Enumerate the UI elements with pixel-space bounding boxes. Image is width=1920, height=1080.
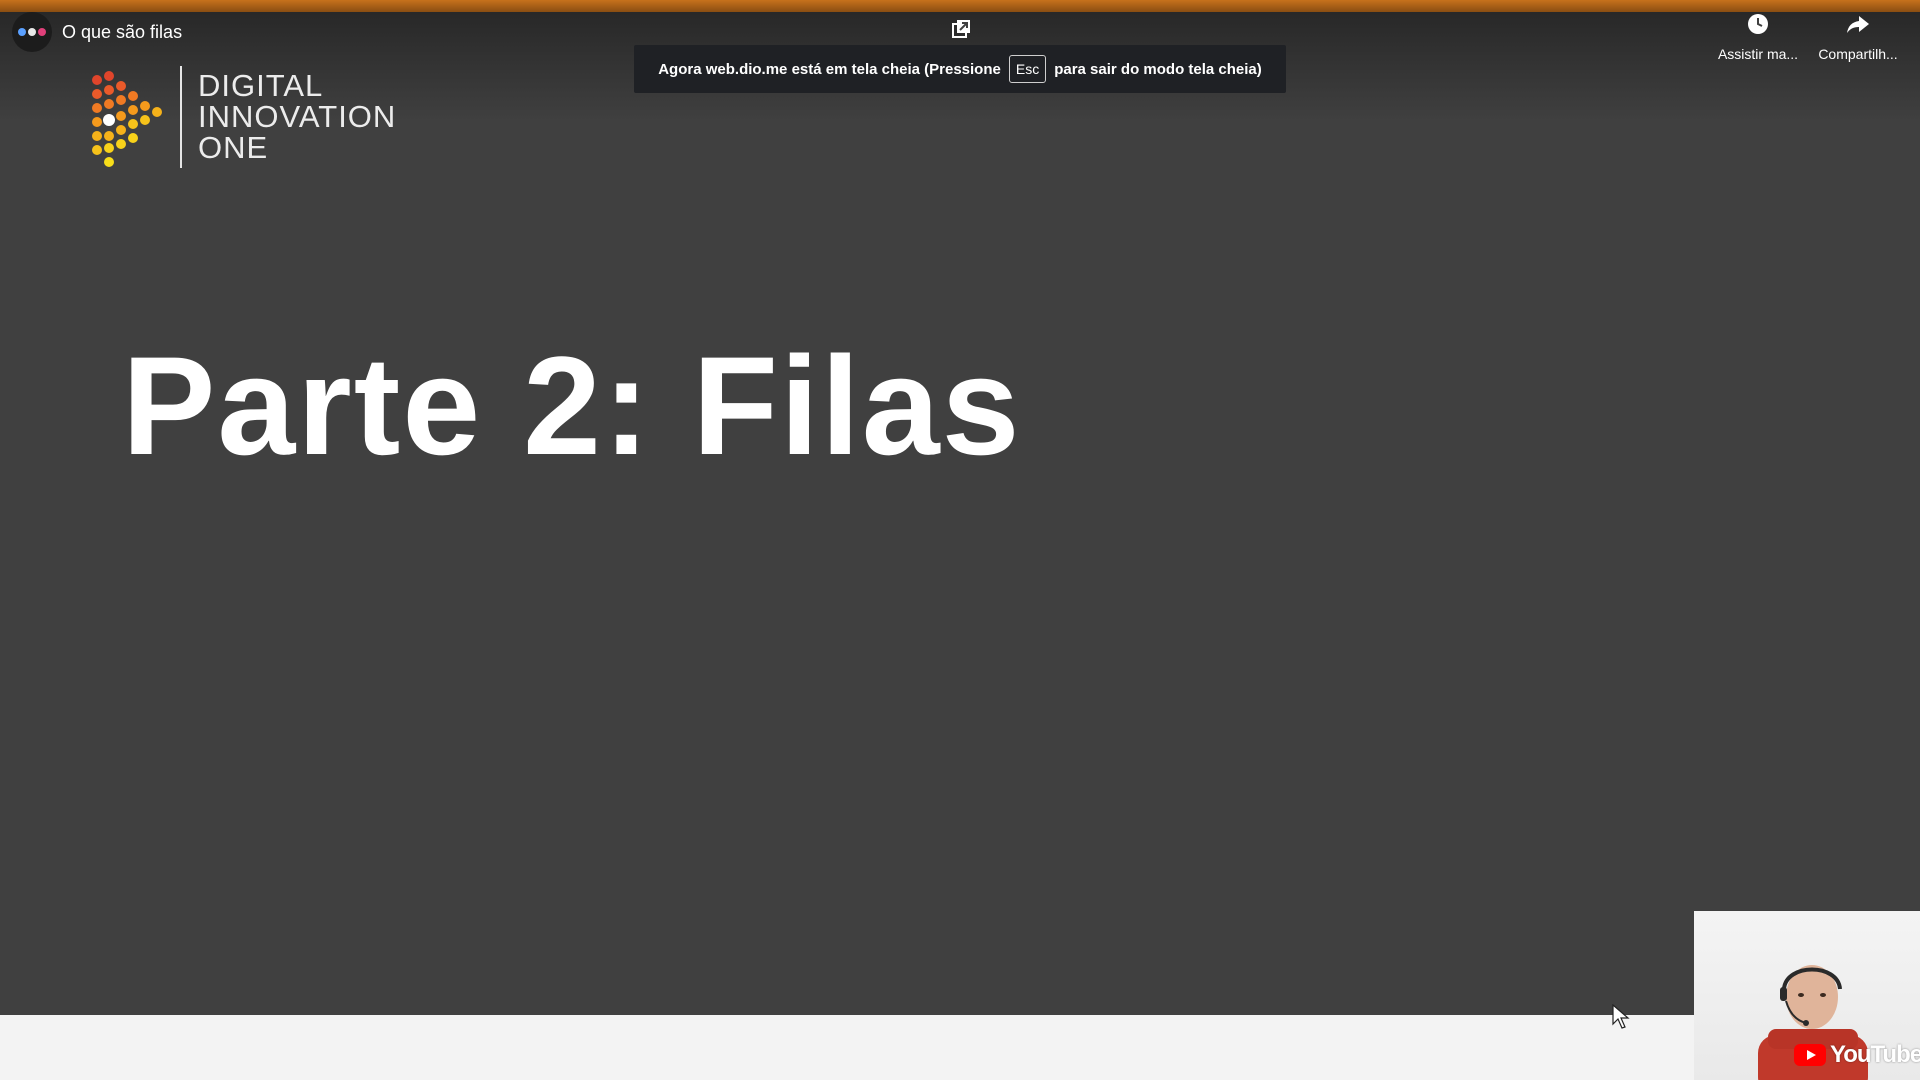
fullscreen-notice-text-end: para sair do modo tela cheia) (1054, 60, 1262, 78)
esc-key-badge: Esc (1008, 55, 1047, 83)
logo-divider (180, 66, 182, 168)
slide-bottom-band (0, 1015, 1920, 1080)
logo-wordmark: DIGITAL INNOVATION ONE (198, 70, 396, 163)
share-label: Compartilh... (1818, 46, 1898, 62)
youtube-watermark: YouTube (1794, 1041, 1920, 1069)
share-button[interactable]: Compartilh... (1803, 12, 1913, 62)
share-icon (1847, 16, 1869, 33)
watch-later-button[interactable]: Assistir ma... (1703, 12, 1813, 62)
avatar-dot-icon (28, 28, 36, 36)
miniplayer-icon[interactable] (948, 16, 974, 42)
youtube-play-icon (1794, 1044, 1826, 1066)
logo-line: DIGITAL (198, 68, 324, 103)
browser-top-strip (0, 0, 1920, 12)
presenter-webcam: YouTube (1694, 911, 1920, 1080)
fullscreen-notice-text-start: Agora web.dio.me está em tela cheia (Pre… (658, 60, 1001, 78)
youtube-watermark-text: YouTube (1830, 1041, 1920, 1068)
video-player[interactable]: O que são filas Assistir ma... Compartil… (0, 0, 1920, 1080)
avatar-dot-icon (38, 28, 46, 36)
avatar-dot-icon (18, 28, 26, 36)
channel-avatar[interactable] (12, 12, 52, 52)
fullscreen-notice: Agora web.dio.me está em tela cheia (Pre… (634, 45, 1286, 93)
mouse-cursor-icon (1612, 1004, 1630, 1029)
clock-icon (1748, 14, 1768, 34)
watch-later-label: Assistir ma... (1717, 46, 1799, 62)
logo-line: ONE (198, 130, 269, 165)
logo-line: INNOVATION (198, 99, 397, 134)
slide-title: Parte 2: Filas (122, 327, 1022, 484)
video-title[interactable]: O que são filas (62, 20, 182, 44)
